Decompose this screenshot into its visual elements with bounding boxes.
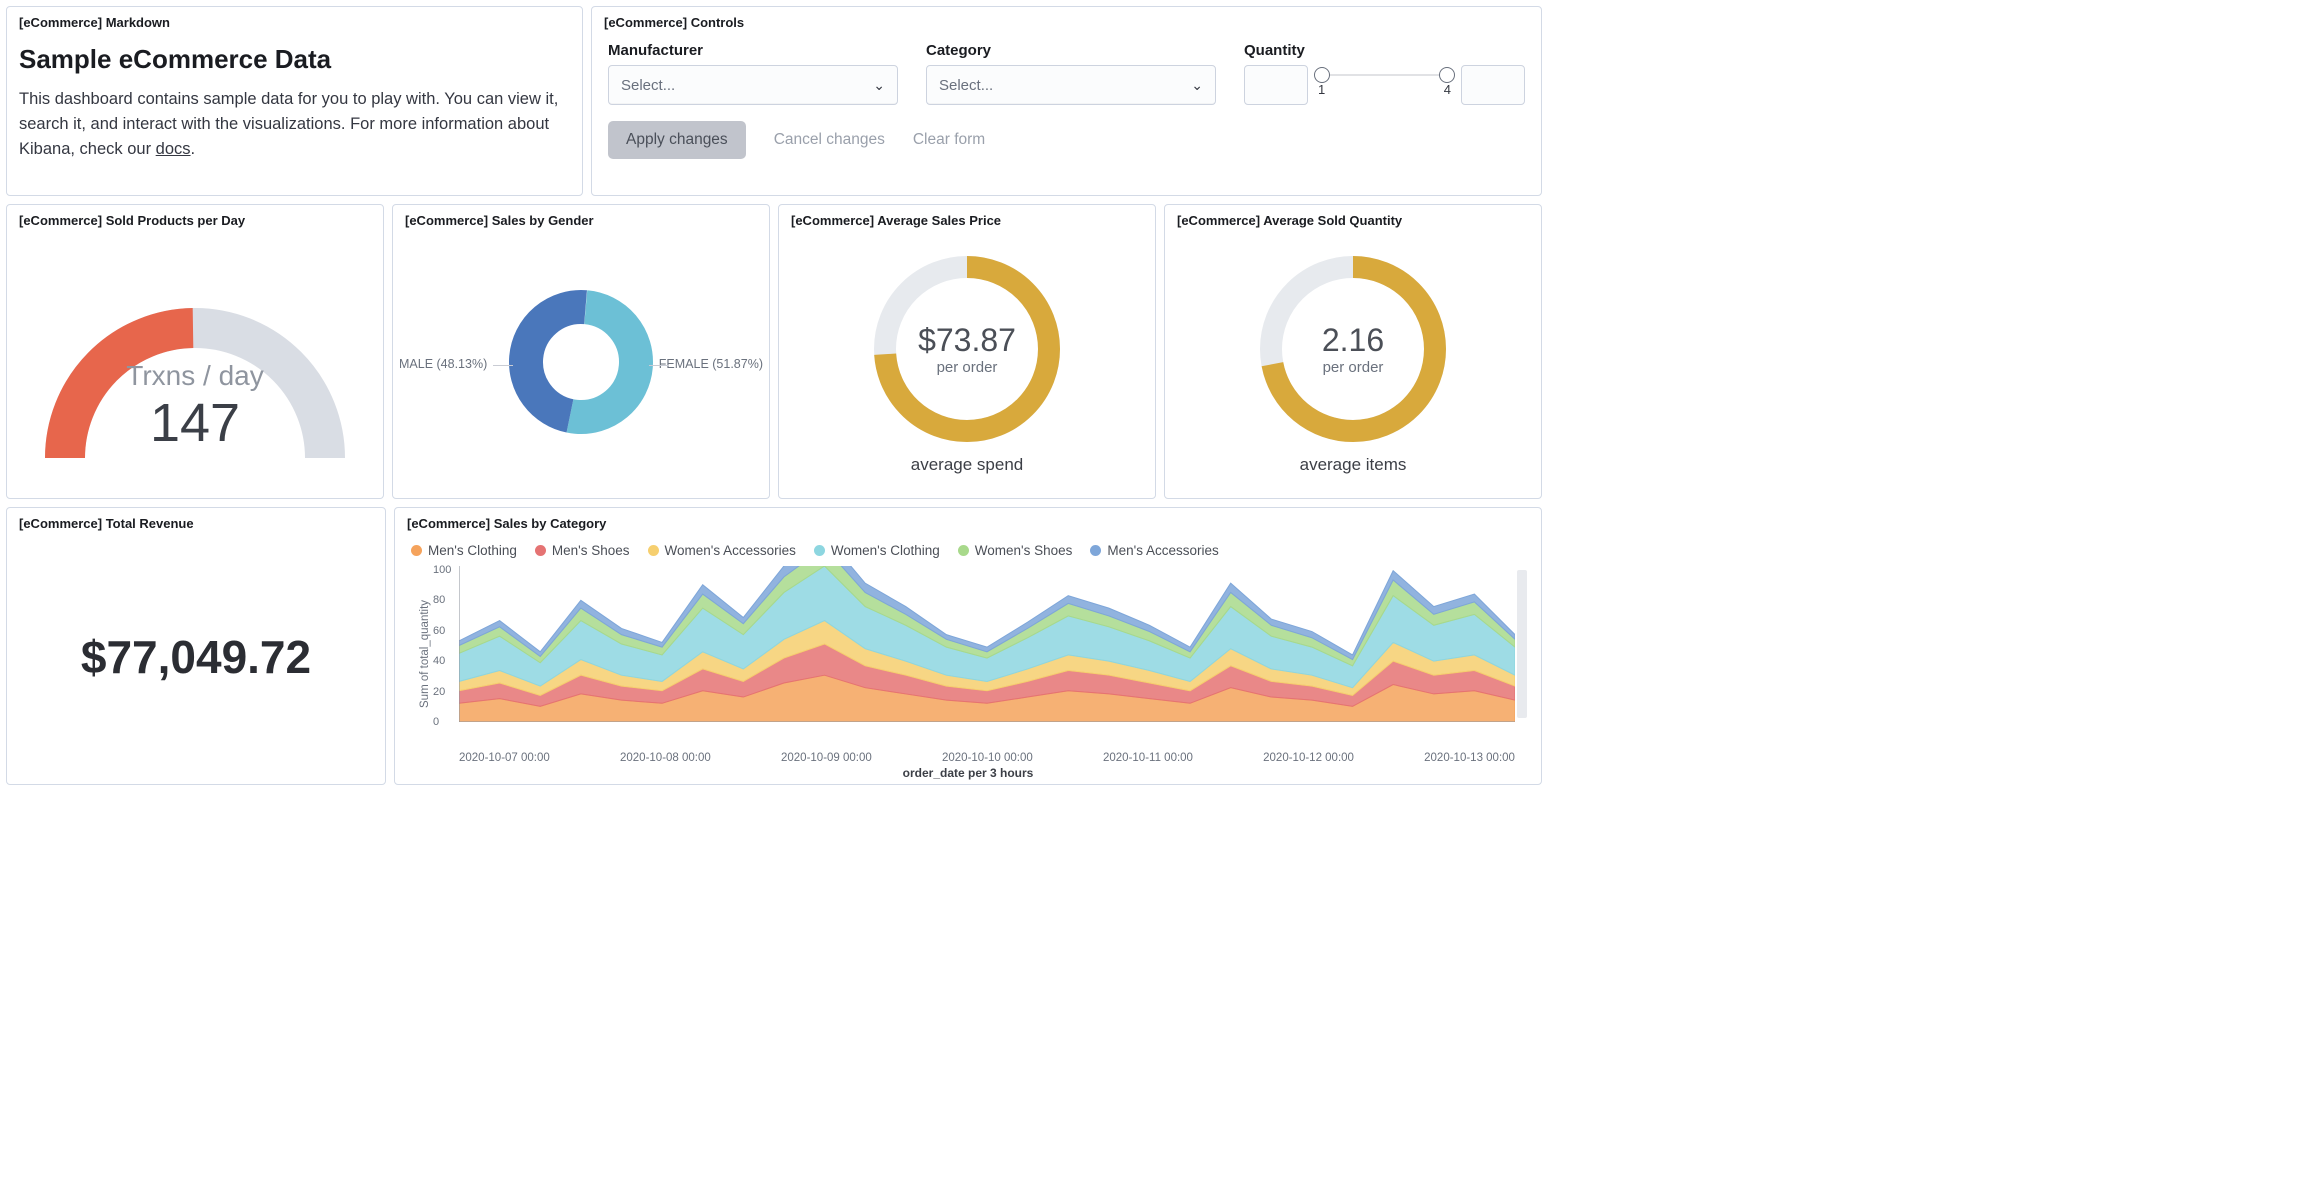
legend-label: Men's Shoes (552, 543, 630, 558)
legend-label: Women's Accessories (665, 543, 796, 558)
category-placeholder: Select... (939, 77, 993, 94)
panel-title: [eCommerce] Average Sold Quantity (1165, 205, 1541, 232)
leader-line (649, 365, 669, 366)
markdown-heading: Sample eCommerce Data (19, 44, 570, 75)
legend-dot-icon (1090, 545, 1101, 556)
goal-value: $73.87 (918, 322, 1016, 359)
revenue-metric: $77,049.72 (81, 630, 311, 684)
slider-handle-min[interactable] (1314, 67, 1330, 83)
quantity-label: Quantity (1244, 42, 1525, 59)
legend-dot-icon (535, 545, 546, 556)
slider-min-label: 1 (1318, 82, 1325, 97)
manufacturer-select[interactable]: Select... ⌄ (608, 65, 898, 105)
markdown-body: This dashboard contains sample data for … (19, 87, 570, 161)
panel-sales-by-gender: [eCommerce] Sales by Gender MALE (48.13%… (392, 204, 770, 499)
manufacturer-placeholder: Select... (621, 77, 675, 94)
y-axis-label: Sum of total_quantity (419, 600, 431, 708)
goal-donut: 2.16 per order (1253, 249, 1453, 449)
legend-dot-icon (958, 545, 969, 556)
docs-link[interactable]: docs (156, 140, 191, 158)
x-tick: 2020-10-10 00:00 (942, 752, 1033, 764)
quantity-min-input[interactable] (1244, 65, 1308, 105)
panel-sales-by-category: [eCommerce] Sales by Category Men's Clot… (394, 507, 1542, 785)
goal-caption: average items (1300, 455, 1407, 475)
legend-dot-icon (648, 545, 659, 556)
panel-title: [eCommerce] Average Sales Price (779, 205, 1155, 232)
panel-title: [eCommerce] Sold Products per Day (7, 205, 383, 232)
legend-label: Women's Clothing (831, 543, 940, 558)
legend-dot-icon (814, 545, 825, 556)
manufacturer-label: Manufacturer (608, 42, 898, 59)
quantity-slider[interactable]: 1 4 (1318, 74, 1451, 97)
gauge-label: Trxns / day (19, 360, 371, 392)
legend-item[interactable]: Women's Accessories (648, 543, 796, 558)
chevron-down-icon: ⌄ (1191, 77, 1203, 94)
goal-donut: $73.87 per order (867, 249, 1067, 449)
cancel-changes-button[interactable]: Cancel changes (774, 131, 885, 149)
donut-chart: MALE (48.13%) FEMALE (51.87%) (405, 236, 757, 488)
y-tick: 20 (433, 686, 451, 698)
legend-label: Women's Shoes (975, 543, 1073, 558)
manufacturer-control: Manufacturer Select... ⌄ (608, 42, 898, 105)
quantity-control: Quantity 1 4 (1244, 42, 1525, 105)
legend-item[interactable]: Men's Shoes (535, 543, 630, 558)
panel-title: [eCommerce] Sales by Category (395, 508, 1541, 535)
panel-total-revenue: [eCommerce] Total Revenue $77,049.72 (6, 507, 386, 785)
chart-legend: Men's Clothing Men's Shoes Women's Accesso… (407, 539, 1529, 564)
x-tick: 2020-10-09 00:00 (781, 752, 872, 764)
legend-item[interactable]: Men's Clothing (411, 543, 517, 558)
male-label: MALE (48.13%) (399, 357, 487, 371)
markdown-body-text: This dashboard contains sample data for … (19, 90, 558, 158)
x-tick: 2020-10-13 00:00 (1424, 752, 1515, 764)
y-tick: 40 (433, 655, 451, 667)
goal-sub: per order (937, 359, 998, 376)
apply-changes-button[interactable]: Apply changes (608, 121, 746, 159)
y-tick: 80 (433, 594, 451, 606)
category-label: Category (926, 42, 1216, 59)
y-tick: 0 (433, 716, 451, 728)
panel-markdown: [eCommerce] Markdown Sample eCommerce Da… (6, 6, 583, 196)
x-axis-label: order_date per 3 hours (407, 764, 1529, 780)
markdown-body-after: . (191, 140, 196, 158)
legend-item[interactable]: Women's Clothing (814, 543, 940, 558)
slider-handle-max[interactable] (1439, 67, 1455, 83)
legend-item[interactable]: Women's Shoes (958, 543, 1073, 558)
panel-sold-per-day: [eCommerce] Sold Products per Day Trxns … (6, 204, 384, 499)
chart-scrollbar[interactable] (1517, 570, 1527, 718)
y-tick: 100 (433, 564, 451, 576)
panel-title: [eCommerce] Controls (592, 7, 1541, 34)
goal-caption: average spend (911, 455, 1023, 475)
legend-label: Men's Accessories (1107, 543, 1218, 558)
x-tick: 2020-10-12 00:00 (1263, 752, 1354, 764)
goal-sub: per order (1323, 359, 1384, 376)
y-axis-ticks: 100 80 60 40 20 0 (433, 564, 451, 728)
legend-dot-icon (411, 545, 422, 556)
legend-item[interactable]: Men's Accessories (1090, 543, 1218, 558)
x-tick: 2020-10-08 00:00 (620, 752, 711, 764)
panel-avg-sales-price: [eCommerce] Average Sales Price $73.87 p… (778, 204, 1156, 499)
x-axis-ticks: 2020-10-07 00:00 2020-10-08 00:00 2020-10-… (407, 752, 1529, 764)
y-tick: 60 (433, 625, 451, 637)
gauge-chart: Trxns / day 147 (19, 236, 371, 488)
panel-avg-sold-quantity: [eCommerce] Average Sold Quantity 2.16 p… (1164, 204, 1542, 499)
panel-title: [eCommerce] Total Revenue (7, 508, 385, 535)
clear-form-button[interactable]: Clear form (913, 131, 985, 149)
panel-title: [eCommerce] Sales by Gender (393, 205, 769, 232)
leader-line (493, 365, 513, 366)
slider-max-label: 4 (1444, 82, 1451, 97)
category-select[interactable]: Select... ⌄ (926, 65, 1216, 105)
chevron-down-icon: ⌄ (873, 77, 885, 94)
dashboard-grid: [eCommerce] Markdown Sample eCommerce Da… (6, 6, 1542, 785)
female-label: FEMALE (51.87%) (659, 357, 763, 371)
gauge-value: 147 (19, 392, 371, 454)
x-tick: 2020-10-07 00:00 (459, 752, 550, 764)
panel-controls: [eCommerce] Controls Manufacturer Select… (591, 6, 1542, 196)
legend-label: Men's Clothing (428, 543, 517, 558)
panel-title: [eCommerce] Markdown (7, 7, 582, 34)
goal-value: 2.16 (1322, 322, 1384, 359)
quantity-max-input[interactable] (1461, 65, 1525, 105)
category-control: Category Select... ⌄ (926, 42, 1216, 105)
area-chart[interactable]: Sum of total_quantity 100 80 60 40 20 0 (407, 564, 1529, 752)
x-tick: 2020-10-11 00:00 (1103, 752, 1193, 764)
